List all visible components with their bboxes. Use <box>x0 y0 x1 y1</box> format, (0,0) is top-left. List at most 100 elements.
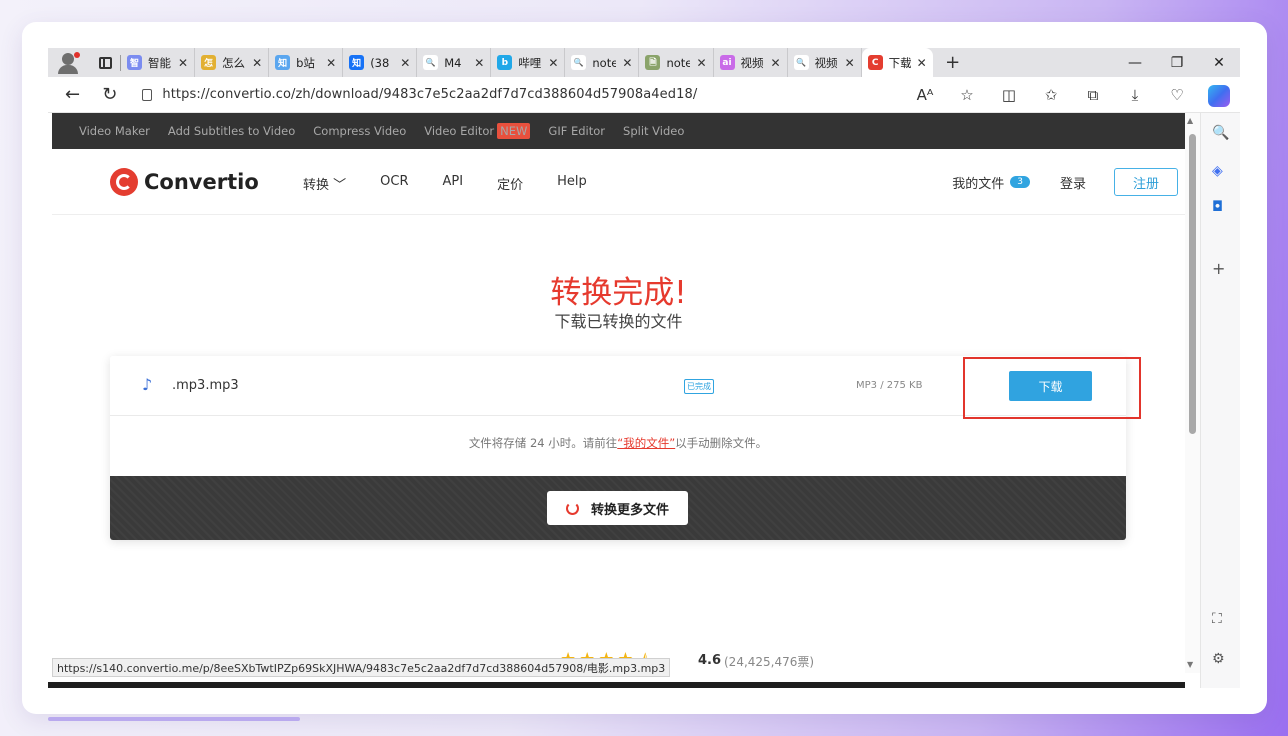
rating-votes: (24,425,476票) <box>724 655 815 669</box>
tab-favicon-icon: 知 <box>349 55 365 70</box>
site-info-icon[interactable] <box>142 88 153 101</box>
refresh-icon <box>565 501 579 515</box>
storage-note: 文件将存储 24 小时。请前往“我的文件”以手动删除文件。 <box>468 436 768 450</box>
profile-icon[interactable] <box>48 48 90 77</box>
signup-button[interactable]: 注册 <box>1114 168 1178 196</box>
minimize-button[interactable]: — <box>1114 55 1156 71</box>
nav-ocr[interactable]: OCR <box>380 174 408 193</box>
browser-window: 智智能 ✕ 怎怎么 ✕ 知 b站 ✕ 知 (38 ✕ 🔍 M4 ✕ b 哔哩 ✕ 🔍 note ✕ 🗎 note ✕ ai 视… <box>48 48 1240 688</box>
topbar-link-gif-editor[interactable]: GIF Editor <box>548 124 605 138</box>
status-bar-url: https://s140.convertio.me/p/8eeSXbTwtIPZ… <box>52 658 671 677</box>
topbar-link-split-video[interactable]: Split Video <box>623 124 684 138</box>
url-field[interactable]: https://convertio.co/zh/download/9483c7e… <box>162 87 697 102</box>
tab-actions-icon[interactable] <box>90 48 120 77</box>
tab-strip: 智智能 ✕ 怎怎么 ✕ 知 b站 ✕ 知 (38 ✕ 🔍 M4 ✕ b 哔哩 ✕ 🔍 note ✕ 🗎 note ✕ ai 视… <box>48 48 1240 77</box>
my-files-link[interactable]: 我的文件 3 <box>952 173 1030 192</box>
nav-api[interactable]: API <box>442 174 463 193</box>
tab-favicon-icon: C <box>867 55 883 70</box>
new-badge: NEW <box>497 123 531 139</box>
conversion-complete-subtitle: 下载已转换的文件 <box>554 312 683 331</box>
browser-tab[interactable]: 智智能 ✕ <box>121 48 196 77</box>
topbar-link-compress-video[interactable]: Compress Video <box>313 124 406 138</box>
browser-tab[interactable]: 怎怎么 ✕ <box>195 48 270 77</box>
tab-close-icon[interactable]: ✕ <box>771 56 781 70</box>
tab-close-icon[interactable]: ✕ <box>696 56 706 70</box>
add-app-icon[interactable]: + <box>1212 259 1225 278</box>
favorites-icon[interactable]: ✩ <box>1030 86 1072 104</box>
new-tab-button[interactable]: + <box>933 52 973 73</box>
close-window-button[interactable]: ✕ <box>1198 55 1240 71</box>
screenshot-icon[interactable]: ⛶ <box>1212 611 1222 627</box>
tab-favicon-icon: 怎 <box>201 55 217 70</box>
tab-close-icon[interactable]: ✕ <box>622 56 632 70</box>
topbar-link-add-subtitles[interactable]: Add Subtitles to Video <box>168 124 295 138</box>
tab-close-icon[interactable]: ✕ <box>548 56 558 70</box>
outlook-icon[interactable]: ◘ <box>1212 199 1223 215</box>
split-screen-icon[interactable]: ◫ <box>988 86 1030 104</box>
tab-close-icon[interactable]: ✕ <box>326 56 336 70</box>
downloads-icon[interactable]: ⤓ <box>1114 86 1156 104</box>
status-badge: 已完成 <box>684 379 714 394</box>
nav-help[interactable]: Help <box>557 174 587 193</box>
login-link[interactable]: 登录 <box>1060 173 1086 192</box>
tab-favicon-icon: 🔍 <box>423 55 439 70</box>
browser-tab[interactable]: 🔍 M4 ✕ <box>417 48 492 77</box>
browser-tab[interactable]: b 哔哩 ✕ <box>491 48 566 77</box>
music-note-icon: ♪ <box>142 375 153 394</box>
favorite-star-icon[interactable]: ☆ <box>946 86 988 104</box>
tab-close-icon[interactable]: ✕ <box>845 56 855 70</box>
tab-title: note <box>666 55 691 70</box>
restore-button[interactable]: ❐ <box>1156 55 1198 71</box>
browser-tab[interactable]: 🗎 note ✕ <box>639 48 714 77</box>
scrollbar-thumb[interactable] <box>1189 134 1196 434</box>
tab-favicon-icon: 🔍 <box>793 55 809 70</box>
convertio-logo[interactable]: Convertio <box>110 168 259 196</box>
nav-pricing[interactable]: 定价 <box>497 174 523 193</box>
my-files-inline-link[interactable]: “我的文件” <box>617 436 675 450</box>
search-icon[interactable]: 🔍 <box>1212 125 1229 141</box>
tab-close-icon[interactable]: ✕ <box>178 56 188 70</box>
reload-icon[interactable]: ↻ <box>91 84 128 105</box>
convertio-logo-icon <box>110 168 138 196</box>
tab-title: note <box>592 55 617 70</box>
copilot-app-icon[interactable]: ◈ <box>1212 163 1223 179</box>
tab-title: 哔哩 <box>518 55 542 70</box>
scroll-up-icon[interactable]: ▲ <box>1187 116 1193 125</box>
convert-more-band: 转换更多文件 <box>110 476 1126 540</box>
tab-title: 视频 <box>740 55 764 70</box>
tab-close-icon[interactable]: ✕ <box>400 56 410 70</box>
collections-icon[interactable]: ⧉ <box>1072 86 1114 104</box>
convert-more-button[interactable]: 转换更多文件 <box>547 491 688 525</box>
tab-title: 智能 <box>148 55 171 70</box>
browser-tab[interactable]: C 下载 ✕ <box>861 48 933 77</box>
tab-favicon-icon: 知 <box>275 55 291 70</box>
scroll-down-icon[interactable]: ▼ <box>1187 660 1193 669</box>
settings-gear-icon[interactable]: ⚙ <box>1212 651 1225 667</box>
tab-title: (38 <box>370 55 390 70</box>
browser-tab[interactable]: 知 b站 ✕ <box>269 48 344 77</box>
conversion-complete-title: 转换完成! <box>550 275 687 311</box>
browser-tab[interactable]: 🔍 视频 ✕ <box>788 48 862 77</box>
tab-close-icon[interactable]: ✕ <box>474 56 484 70</box>
tab-favicon-icon: b <box>497 55 513 70</box>
topbar-link-video-editor[interactable]: Video Editor NEW <box>424 123 531 139</box>
browser-essentials-icon[interactable]: ♡ <box>1156 86 1198 104</box>
browser-tab[interactable]: 🔍 note ✕ <box>565 48 640 77</box>
tab-close-icon[interactable]: ✕ <box>917 56 927 70</box>
back-icon[interactable]: ← <box>54 84 91 105</box>
tab-close-icon[interactable]: ✕ <box>252 56 262 70</box>
taskbar-strip <box>48 682 1185 688</box>
rating-value: 4.6 <box>698 653 722 668</box>
read-aloud-icon[interactable]: Aᴬ <box>904 86 946 104</box>
file-name: .mp3.mp3 <box>172 378 239 393</box>
browser-tab[interactable]: 知 (38 ✕ <box>343 48 418 77</box>
copilot-icon[interactable] <box>1208 85 1230 107</box>
tab-title: b站 <box>296 55 315 70</box>
nav-convert[interactable]: 转换 ﹀ <box>303 174 346 193</box>
tab-favicon-icon: ai <box>719 55 735 70</box>
topbar-link-video-maker[interactable]: Video Maker <box>79 124 150 138</box>
site-topbar: Video Maker Add Subtitles to Video Compr… <box>52 113 1185 149</box>
browser-tab[interactable]: ai 视频 ✕ <box>714 48 788 77</box>
address-bar: ← ↻ https://convertio.co/zh/download/948… <box>48 77 1240 113</box>
webpage: Video Maker Add Subtitles to Video Compr… <box>52 113 1185 688</box>
